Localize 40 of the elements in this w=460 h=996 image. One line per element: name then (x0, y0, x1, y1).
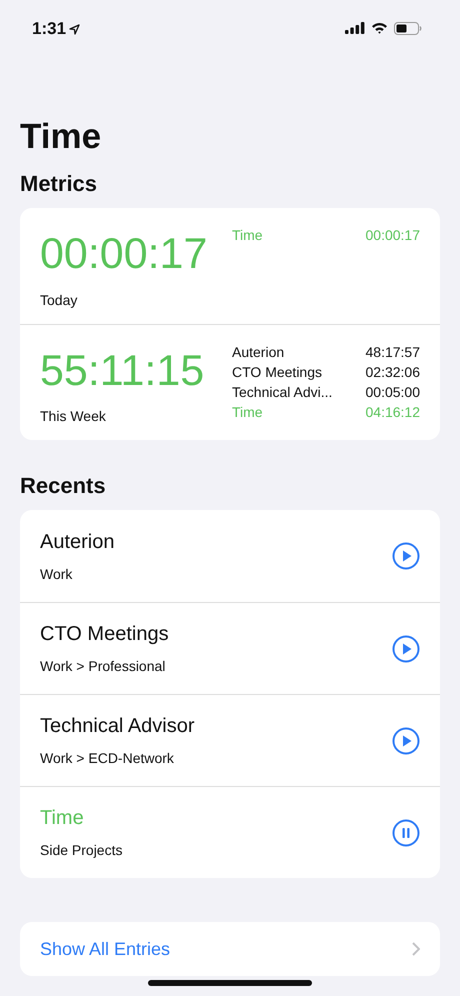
project-name: Auterion (232, 343, 284, 361)
recent-entry[interactable]: Technical Advisor Work > ECD-Network (20, 694, 440, 786)
play-button-icon[interactable] (392, 726, 420, 754)
project-name: Time (232, 403, 263, 421)
entry-category: Work > Professional (40, 658, 166, 674)
entry-name: Time (40, 807, 85, 830)
recent-entry[interactable]: Auterion Work (20, 510, 440, 602)
project-name: Technical Advi... (232, 383, 332, 401)
project-name: CTO Meetings (232, 363, 322, 381)
project-duration: 04:16:12 (366, 403, 420, 421)
entry-name: Auterion (40, 530, 114, 554)
wifi-icon (371, 22, 388, 34)
pause-button-icon[interactable] (392, 818, 420, 846)
entry-name: Technical Advisor (40, 715, 195, 738)
section-heading: Recents (20, 472, 107, 500)
location-arrow-icon (69, 24, 80, 34)
status-time: 1:31 (32, 19, 66, 39)
project-name: Time (232, 226, 263, 244)
project-duration: 00:00:17 (366, 226, 420, 244)
cellular-signal-icon (345, 22, 365, 34)
entry-name: CTO Meetings (40, 623, 169, 646)
total-duration: 00:00:17 (40, 230, 208, 278)
chevron-right-icon (412, 942, 420, 956)
recent-entry[interactable]: Time Side Projects (20, 786, 440, 878)
entry-category: Work (40, 566, 74, 582)
project-duration: 48:17:57 (366, 343, 420, 361)
show-all-entries-link[interactable]: Show All Entries (20, 922, 440, 976)
page-title: Time (20, 116, 102, 158)
project-duration: 00:05:00 (366, 383, 420, 401)
play-button-icon[interactable] (392, 634, 420, 662)
play-button-icon[interactable] (392, 542, 420, 570)
period-label: This Week (40, 408, 107, 424)
project-duration: 02:32:06 (366, 363, 420, 381)
battery-icon (394, 22, 422, 34)
recent-entry[interactable]: CTO Meetings Work > Professional (20, 602, 440, 694)
entry-category: Side Projects (40, 842, 122, 858)
entry-category: Work > ECD-Network (40, 750, 175, 766)
total-duration: 55:11:15 (40, 347, 204, 395)
period-label: Today (40, 292, 78, 308)
section-heading: Metrics (20, 170, 98, 198)
